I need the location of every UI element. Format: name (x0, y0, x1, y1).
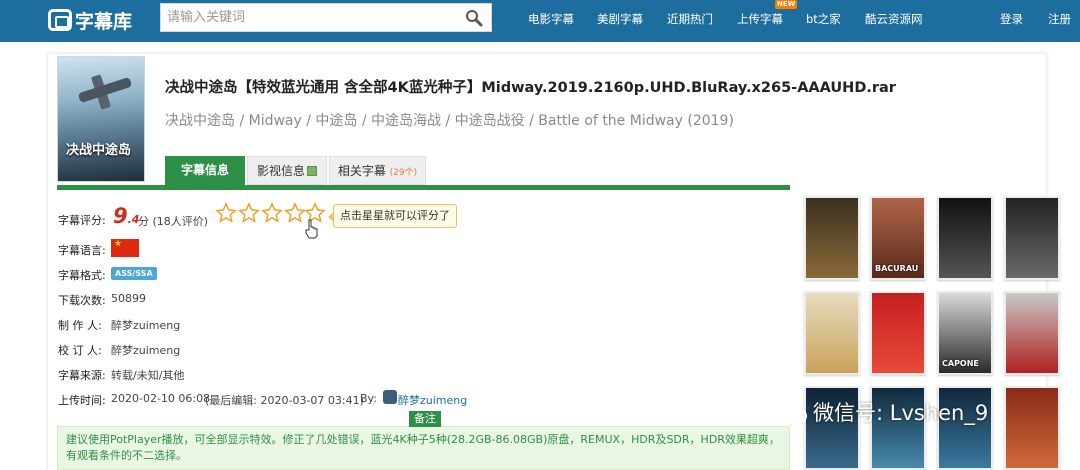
downloads-value: 50899 (111, 292, 146, 305)
related-poster-thumb[interactable] (937, 196, 993, 280)
movie-poster[interactable]: 决战中途岛 (57, 56, 145, 182)
related-poster-thumb[interactable] (804, 291, 860, 375)
logo-text: 字幕库 (75, 10, 133, 33)
upload-time: 2020-02-10 06:08 (111, 392, 211, 405)
edit-time: (最后编辑: 2020-03-07 03:41) (205, 394, 364, 407)
source-label: 字幕来源: (58, 369, 106, 382)
proofreader-label: 校 订 人: (58, 344, 102, 357)
related-poster-thumb[interactable] (1004, 196, 1060, 280)
star-2-icon[interactable] (238, 202, 260, 224)
star-4-icon[interactable] (284, 202, 306, 224)
new-badge: NEW (775, 0, 798, 9)
nav-kuyun[interactable]: 酷云资源网 (865, 11, 923, 27)
login-link[interactable]: 登录 (1000, 11, 1023, 27)
logo-icon (48, 9, 72, 31)
nav-movie-subs[interactable]: 电影字幕 (528, 11, 574, 27)
watermark-text: 微信号: Lvshen_9 (813, 401, 989, 425)
note-tag: 备注 (409, 411, 441, 427)
proofreader-value: 醉梦zuimeng (111, 344, 181, 357)
film-info-icon (307, 166, 317, 176)
register-link[interactable]: 注册 (1048, 11, 1071, 27)
language-label: 字幕语言: (58, 244, 106, 257)
related-count: (29个) (389, 168, 418, 178)
uploader-avatar[interactable] (383, 390, 397, 404)
source-value: 转载/未知/其他 (111, 369, 185, 382)
tab-related-subs[interactable]: 相关字幕 (29个) (329, 156, 426, 185)
star-3-icon[interactable] (261, 202, 283, 224)
related-poster-thumb[interactable] (804, 196, 860, 280)
wechat-icon (775, 399, 809, 425)
rating-score: 9.4 (113, 204, 139, 228)
rating-count: 分 (18人评价) (138, 215, 209, 228)
related-poster-thumb[interactable]: CAPONE (937, 291, 993, 375)
hand-cursor-icon (305, 219, 318, 239)
search-icon[interactable] (465, 9, 483, 27)
related-poster-thumb[interactable]: BACURAU (870, 196, 926, 280)
tab-subtitle-info[interactable]: 字幕信息 (165, 156, 245, 185)
tab-film-info-label: 影视信息 (256, 164, 305, 178)
china-flag-icon: ★ (111, 239, 139, 257)
rating-label: 字幕评分: (58, 214, 106, 227)
uploader-link[interactable]: 醉梦zuimeng (398, 392, 467, 408)
format-badge: ASS/SSA (111, 267, 157, 280)
nav-recent-hot[interactable]: 近期热门 (667, 11, 713, 27)
tab-film-info[interactable]: 影视信息 (247, 156, 327, 185)
poster-title: 决战中途岛 (66, 143, 132, 158)
downloads-label: 下载次数: (58, 294, 106, 307)
author-value: 醉梦zuimeng (111, 319, 181, 332)
nav-tv-subs[interactable]: 美剧字幕 (597, 11, 643, 27)
rating-int: 9 (113, 204, 128, 228)
by-label: By: (360, 392, 377, 405)
tab-related-label: 相关字幕 (337, 164, 386, 178)
wechat-watermark: 微信号: Lvshen_9 (775, 392, 988, 432)
related-poster-thumb[interactable] (1004, 386, 1060, 470)
site-logo[interactable]: 字幕库 (48, 6, 132, 34)
movie-aliases: 决战中途岛 / Midway / 中途岛 / 中途岛海战 / 中途岛战役 / B… (165, 113, 734, 129)
subtitle-title: 决战中途岛【特效蓝光通用 含全部4K蓝光种子】Midway.2019.2160p… (165, 80, 896, 96)
rating-tooltip: 点击星星就可以评分了 (328, 204, 457, 228)
note-box: 建议使用PotPlayer播放，可全部显示特效。修正了几处错误，蓝光4K种子5种… (57, 426, 790, 470)
flag-star-icon: ★ (114, 239, 123, 249)
search-box (160, 3, 492, 32)
search-input[interactable] (161, 4, 451, 31)
poster-caption: BACURAU (875, 264, 919, 273)
author-label: 制 作 人: (58, 319, 102, 332)
nav-upload-subs[interactable]: 上传字幕 (737, 11, 783, 27)
related-poster-thumb[interactable] (870, 291, 926, 375)
tab-underline (57, 185, 790, 190)
related-poster-thumb[interactable] (1004, 291, 1060, 375)
upload-label: 上传时间: (58, 394, 106, 407)
star-1-icon[interactable] (215, 202, 237, 224)
poster-caption: CAPONE (942, 359, 979, 368)
format-label: 字幕格式: (58, 269, 106, 282)
nav-bt-home[interactable]: bt之家 (806, 11, 841, 27)
